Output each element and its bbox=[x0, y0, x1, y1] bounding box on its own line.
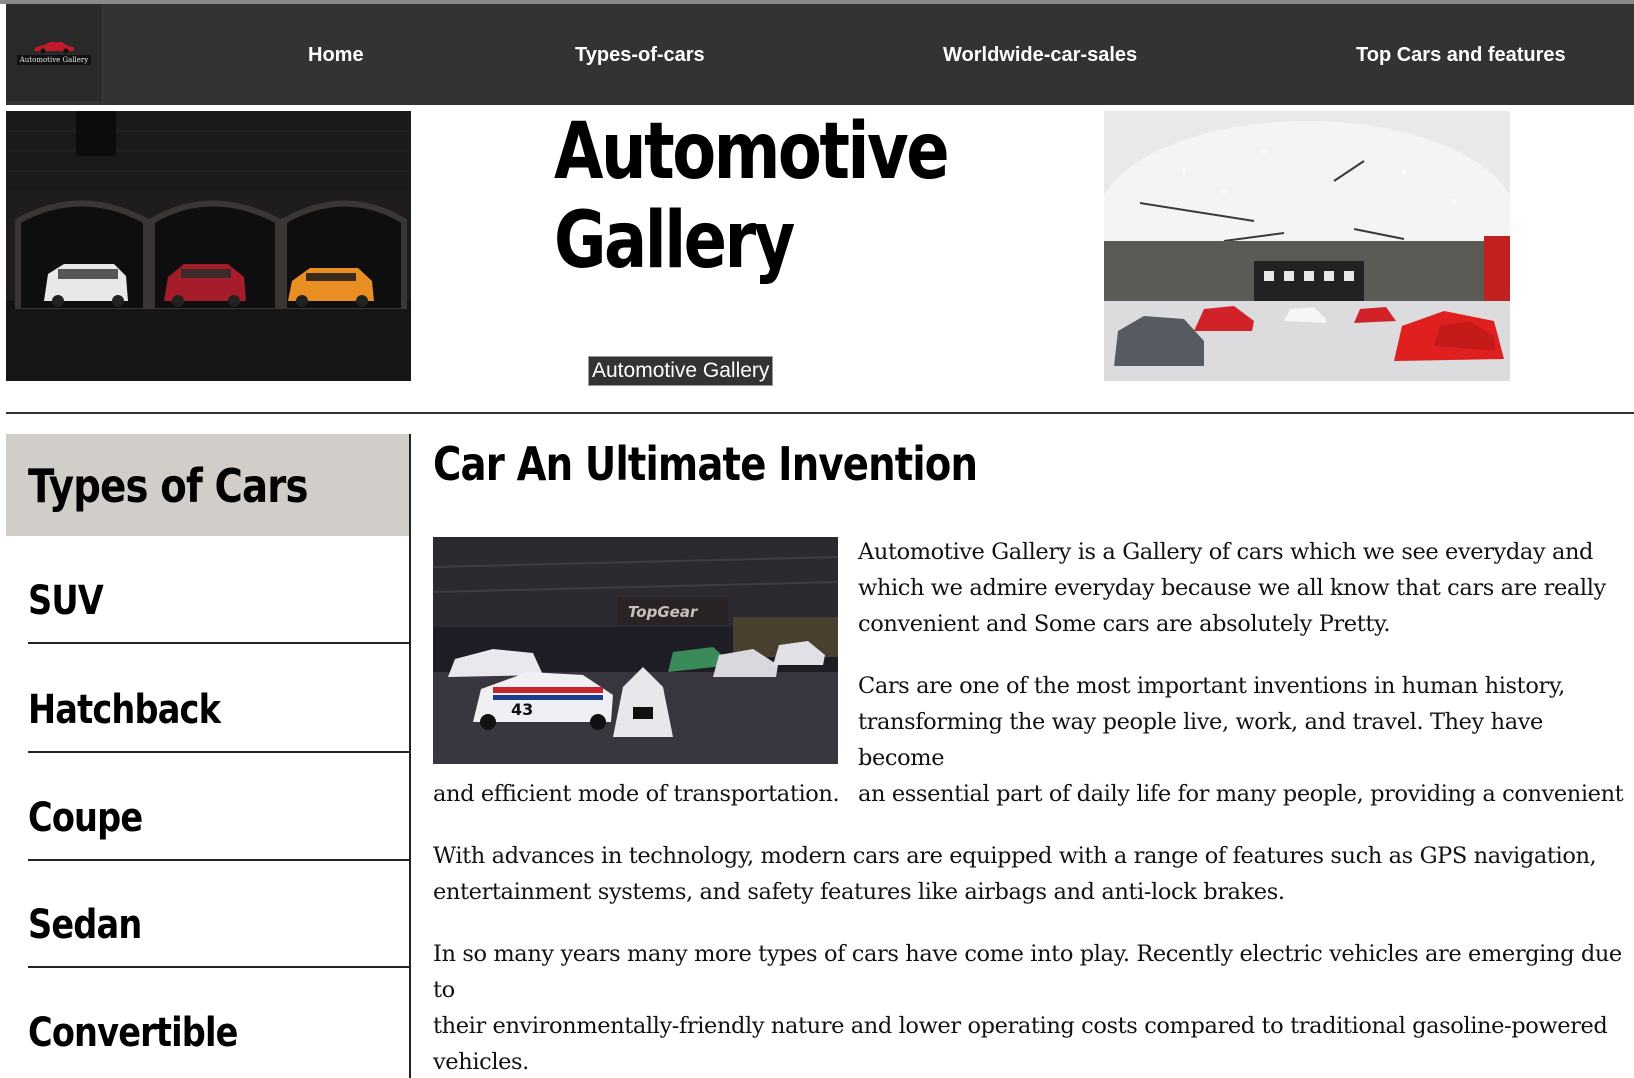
svg-text:TopGear: TopGear bbox=[628, 603, 699, 621]
paragraph-2-continued: and efficient mode of transportation. bbox=[433, 781, 840, 807]
garage-cars-image bbox=[6, 111, 411, 381]
navbar: Automotive Gallery Home Types-of-cars Wo… bbox=[6, 4, 1634, 105]
nav-types-of-cars[interactable]: Types-of-cars bbox=[575, 44, 705, 67]
racing-cars-image: TopGear 43 bbox=[433, 537, 838, 764]
sidebar-heading: Types of Cars bbox=[28, 459, 308, 513]
car-logo-icon bbox=[34, 42, 74, 54]
site-logo[interactable]: Automotive Gallery bbox=[6, 4, 103, 101]
svg-text:43: 43 bbox=[511, 700, 533, 719]
nav-worldwide-car-sales[interactable]: Worldwide-car-sales bbox=[943, 44, 1137, 67]
main-title: Car An Ultimate Invention bbox=[433, 437, 978, 491]
nav-home[interactable]: Home bbox=[308, 44, 364, 67]
paragraph-4: In so many years many more types of cars… bbox=[433, 941, 1622, 1075]
paragraph-3: With advances in technology, modern cars… bbox=[433, 843, 1597, 905]
sidebar-item-hatchback[interactable]: Hatchback bbox=[28, 645, 409, 753]
nav-top-cars-features[interactable]: Top Cars and features bbox=[1356, 44, 1566, 67]
showroom-image bbox=[1104, 111, 1510, 381]
logo-text: Automotive Gallery bbox=[16, 55, 92, 65]
hero-badge-button[interactable]: Automotive Gallery bbox=[588, 356, 774, 386]
paragraph-1: Automotive Gallery is a Gallery of cars … bbox=[858, 539, 1606, 637]
sidebar-item-coupe[interactable]: Coupe bbox=[28, 753, 409, 861]
sidebar-item-suv[interactable]: SUV bbox=[28, 536, 409, 644]
sidebar-item-label: Sedan bbox=[28, 902, 142, 948]
sidebar-item-sedan[interactable]: Sedan bbox=[28, 860, 409, 968]
section-divider bbox=[6, 412, 1634, 414]
hero-title: Automotive Gallery bbox=[554, 107, 950, 286]
sidebar-item-label: Convertible bbox=[28, 1010, 238, 1056]
sidebar-item-label: Hatchback bbox=[28, 687, 221, 733]
sidebar-heading-box: Types of Cars bbox=[6, 434, 409, 536]
sidebar-item-label: SUV bbox=[28, 578, 104, 624]
sidebar: Types of Cars SUV Hatchback Coupe Sedan … bbox=[6, 434, 411, 1078]
sidebar-item-convertible[interactable]: Convertible bbox=[28, 968, 409, 1076]
sidebar-item-label: Coupe bbox=[28, 795, 143, 841]
